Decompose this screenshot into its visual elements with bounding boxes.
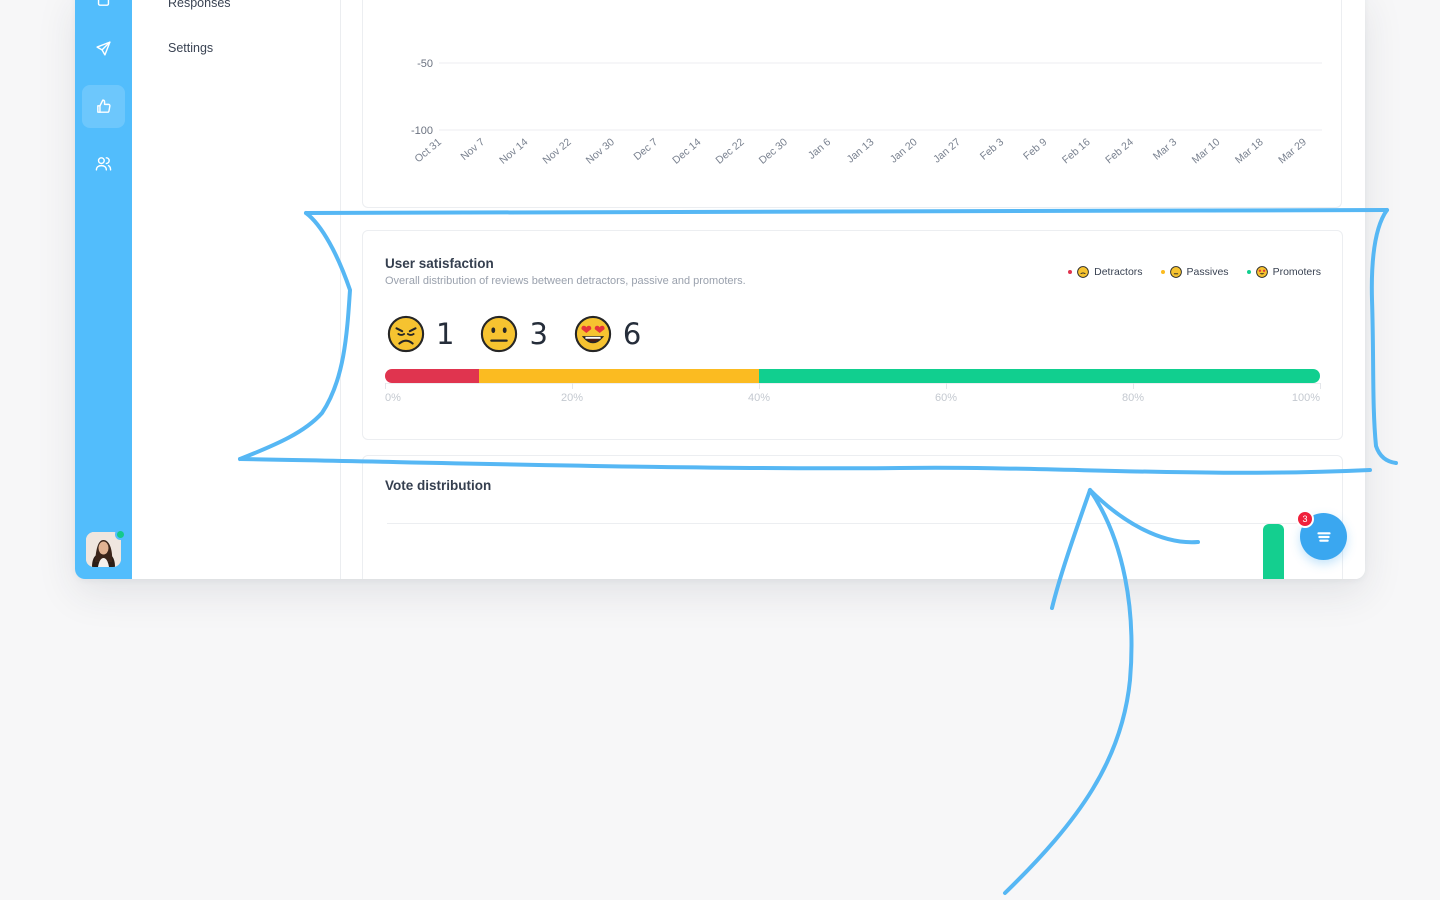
scale-tick bbox=[572, 383, 573, 389]
x-tick-label: Jan 27 bbox=[931, 136, 963, 166]
scale-tick bbox=[1320, 383, 1321, 389]
x-tick-label: Dec 14 bbox=[670, 136, 703, 167]
sad-face-icon bbox=[1077, 266, 1089, 278]
scale-label: 80% bbox=[1121, 392, 1145, 404]
heart-eyes-face-icon bbox=[574, 315, 612, 353]
score-passives: 3 bbox=[480, 315, 548, 353]
card-subtitle: Overall distribution of reviews between … bbox=[385, 275, 746, 287]
legend-dot bbox=[1246, 270, 1251, 274]
x-tick-label: Nov 7 bbox=[458, 136, 487, 163]
x-tick-label: Mar 3 bbox=[1151, 136, 1179, 163]
neutral-face-icon bbox=[481, 315, 518, 353]
distribution-segment-passives bbox=[478, 369, 759, 383]
legend-label: Promoters bbox=[1272, 266, 1321, 278]
users-icon[interactable] bbox=[82, 142, 125, 185]
scale-label: 60% bbox=[934, 392, 958, 404]
online-status-dot bbox=[115, 529, 126, 540]
trend-chart-card: -50 -100 Oct 31 Nov 7 Nov 14 Nov 22 Nov 30 Dec … bbox=[362, 0, 1342, 208]
x-tick-label: Dec 22 bbox=[713, 136, 746, 167]
legend-label: Detractors bbox=[1094, 266, 1143, 278]
card-title: Vote distribution bbox=[385, 478, 492, 493]
legend: Detractors Passives Promoters bbox=[1068, 266, 1321, 278]
chat-icon bbox=[1316, 531, 1331, 542]
scale-label: 40% bbox=[747, 392, 771, 404]
card-title: User satisfaction bbox=[385, 256, 494, 271]
score-promoters: 6 bbox=[574, 315, 641, 353]
scale-label: 20% bbox=[560, 392, 584, 404]
sad-face-icon bbox=[387, 315, 425, 353]
legend-label: Passives bbox=[1186, 266, 1229, 278]
score-value: 1 bbox=[436, 317, 455, 351]
x-tick-label: Jan 20 bbox=[888, 136, 920, 166]
distribution-bar bbox=[385, 369, 1320, 383]
thumbs-up-icon[interactable] bbox=[82, 85, 125, 128]
x-tick-label: Nov 22 bbox=[540, 136, 573, 167]
y-tick-label: -50 bbox=[417, 58, 433, 70]
y-tick-label: -100 bbox=[411, 125, 433, 137]
chart-gridline bbox=[387, 523, 1318, 524]
distribution-segment-promoters bbox=[759, 369, 1320, 383]
heart-eyes-face-icon bbox=[1255, 266, 1268, 278]
x-tick-label: Feb 24 bbox=[1103, 136, 1136, 166]
distribution-segment-detractors bbox=[385, 369, 479, 383]
distribution-scale: 0% 20% 40% 60% 80% 100% bbox=[385, 383, 1321, 413]
legend-passives[interactable]: Passives bbox=[1160, 266, 1229, 278]
icon-rail bbox=[75, 0, 132, 579]
x-tick-label: Dec 7 bbox=[631, 136, 660, 163]
side-panel: Responses Settings bbox=[132, 0, 341, 579]
user-satisfaction-card: User satisfaction Overall distribution o… bbox=[362, 230, 1343, 440]
x-tick-label: Feb 9 bbox=[1021, 136, 1049, 163]
sidebar-item-responses[interactable]: Responses bbox=[168, 0, 231, 10]
score-detractors: 1 bbox=[387, 315, 454, 353]
x-tick-label: Mar 18 bbox=[1233, 136, 1266, 166]
legend-promoters[interactable]: Promoters bbox=[1246, 266, 1321, 278]
document-icon[interactable] bbox=[82, 0, 125, 21]
scale-axis-line bbox=[385, 383, 1320, 384]
trend-chart: -50 -100Oct 31 Nov 7 Nov 14 Nov 22 Nov 30 Dec … bbox=[411, 58, 1322, 167]
scale-tick bbox=[759, 383, 760, 389]
scale-label: 100% bbox=[1291, 392, 1321, 404]
chat-badge: 3 bbox=[1296, 510, 1314, 528]
neutral-face-icon bbox=[1169, 266, 1182, 278]
scale-label: 0% bbox=[385, 392, 401, 404]
scale-tick bbox=[385, 383, 386, 389]
main-content: -50 -100 Oct 31 Nov 7 Nov 14 Nov 22 Nov 30 Dec … bbox=[341, 0, 1365, 579]
app-window: Responses Settings -50 -100 Oct 31 Nov 7 Nov… bbox=[75, 0, 1365, 579]
annotation-box-right bbox=[1369, 208, 1398, 465]
x-tick-label: Nov 30 bbox=[584, 136, 617, 167]
sidebar-item-settings[interactable]: Settings bbox=[168, 41, 213, 55]
legend-detractors[interactable]: Detractors bbox=[1068, 266, 1143, 278]
x-tick-label: Mar 29 bbox=[1276, 136, 1309, 166]
x-tick-label: Jan 6 bbox=[806, 136, 834, 162]
x-tick-label: Mar 10 bbox=[1190, 136, 1223, 166]
send-icon[interactable] bbox=[82, 27, 125, 70]
x-tick-label: Feb 3 bbox=[978, 136, 1006, 163]
x-tick-label: Dec 30 bbox=[757, 136, 790, 167]
x-tick-label: Jan 13 bbox=[845, 136, 877, 166]
score-value: 6 bbox=[622, 317, 642, 351]
legend-dot bbox=[1068, 270, 1073, 274]
vote-bar bbox=[1263, 524, 1284, 579]
x-tick-label: Nov 14 bbox=[497, 136, 530, 167]
score-value: 3 bbox=[529, 317, 548, 351]
legend-dot bbox=[1160, 270, 1165, 274]
score-row: 1 3 6 bbox=[387, 315, 667, 353]
x-tick-label: Oct 31 bbox=[413, 136, 445, 165]
x-tick-label: Feb 16 bbox=[1060, 136, 1093, 166]
scale-tick bbox=[946, 383, 947, 389]
vote-distribution-card: Vote distribution bbox=[362, 455, 1343, 579]
scale-tick bbox=[1133, 383, 1134, 389]
